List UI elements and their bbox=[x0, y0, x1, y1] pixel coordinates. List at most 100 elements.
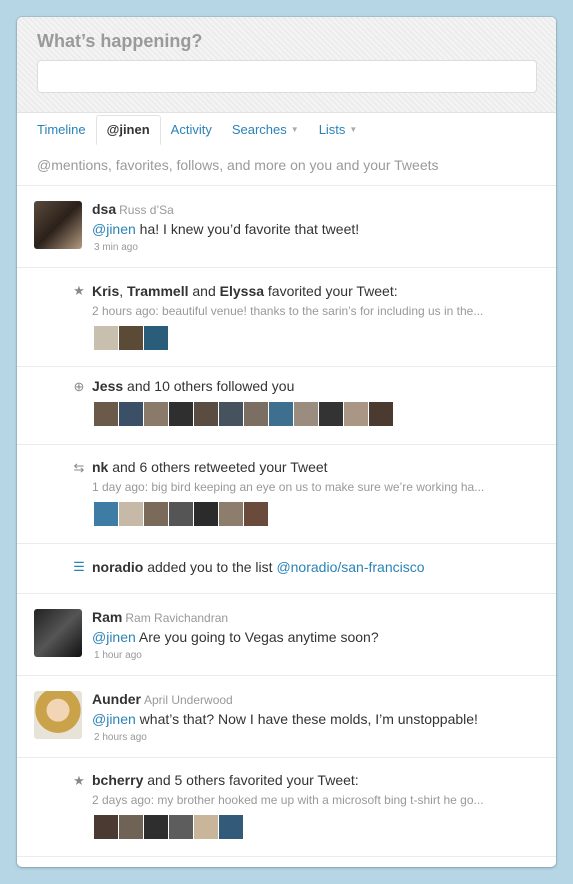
activity-text: Jess and 10 others followed you bbox=[92, 378, 294, 394]
user-thumbnail[interactable] bbox=[169, 815, 193, 839]
tab-mentions[interactable]: @jinen bbox=[95, 115, 161, 145]
username[interactable]: bcherry bbox=[92, 772, 143, 788]
username[interactable]: noradio bbox=[92, 559, 143, 575]
user-thumbnail[interactable] bbox=[319, 402, 343, 426]
username[interactable]: Trammell bbox=[127, 283, 188, 299]
tweet-header: dsa Russ d’Sa bbox=[92, 201, 174, 217]
tweet-preview[interactable]: 1 day ago: big bird keeping an eye on us… bbox=[92, 480, 484, 494]
tweet-body: ha! I knew you’d favorite that tweet! bbox=[135, 221, 360, 237]
user-thumbnail[interactable] bbox=[119, 502, 143, 526]
activity-text: nk and 6 others retweeted your Tweet bbox=[92, 459, 328, 475]
username[interactable]: nk bbox=[92, 459, 108, 475]
tweet-header: Ram Ram Ravichandran bbox=[92, 609, 228, 625]
username[interactable]: Aunder bbox=[92, 691, 141, 707]
user-thumbnail[interactable] bbox=[194, 502, 218, 526]
username[interactable]: Elyssa bbox=[220, 283, 264, 299]
user-thumbnail[interactable] bbox=[169, 502, 193, 526]
user-thumbnail[interactable] bbox=[144, 402, 168, 426]
list-link[interactable]: @noradio/san-francisco bbox=[276, 559, 424, 575]
user-thumbnail[interactable] bbox=[94, 326, 118, 350]
user-thumbnail[interactable] bbox=[119, 326, 143, 350]
tab-label: @jinen bbox=[106, 122, 150, 137]
mentions-panel: What’s happening? Timeline @jinen Activi… bbox=[17, 17, 556, 867]
favorite-activity[interactable]: ★ Kris, Trammell and Elyssa favorited yo… bbox=[17, 267, 556, 366]
full-name: Russ d’Sa bbox=[119, 203, 174, 217]
user-thumbnail[interactable] bbox=[119, 815, 143, 839]
tab-label: Searches bbox=[231, 122, 287, 137]
tweet-preview[interactable]: 2 hours ago: beautiful venue! thanks to … bbox=[92, 304, 483, 318]
tab-label: Lists bbox=[318, 122, 346, 137]
tab-bar: Timeline @jinen Activity Searches ▼ Lists… bbox=[27, 112, 368, 145]
tweet-item[interactable]: dsa Russ d’Sa @jinen ha! I knew you’d fav… bbox=[17, 185, 556, 267]
avatar[interactable] bbox=[34, 691, 82, 739]
mention-link[interactable]: @jinen bbox=[92, 711, 136, 727]
favorite-activity[interactable]: ★ bcherry and 5 others favorited your Tw… bbox=[17, 757, 556, 857]
user-thumbnail[interactable] bbox=[94, 815, 118, 839]
compose-title: What’s happening? bbox=[37, 31, 203, 51]
avatar[interactable] bbox=[34, 201, 82, 249]
user-thumbnail[interactable] bbox=[269, 402, 293, 426]
tweet-header: Aunder April Underwood bbox=[92, 691, 233, 707]
user-thumbnail[interactable] bbox=[294, 402, 318, 426]
chevron-down-icon: ▼ bbox=[349, 125, 358, 134]
username[interactable]: Kris bbox=[92, 283, 119, 299]
activity-tail: and 10 others followed you bbox=[123, 378, 295, 394]
user-thumbnail[interactable] bbox=[219, 502, 243, 526]
user-thumbnail[interactable] bbox=[194, 815, 218, 839]
user-thumbnail[interactable] bbox=[144, 326, 168, 350]
tweet-text: @jinen what’s that? Now I have these mol… bbox=[92, 711, 478, 727]
star-icon: ★ bbox=[73, 283, 85, 298]
timestamp[interactable]: 3 min ago bbox=[94, 242, 138, 253]
star-icon: ★ bbox=[73, 773, 85, 788]
user-thumbnail[interactable] bbox=[144, 815, 168, 839]
user-thumbnail[interactable] bbox=[369, 402, 393, 426]
avatar[interactable] bbox=[34, 609, 82, 657]
timestamp[interactable]: 2 hours ago bbox=[94, 732, 147, 743]
user-thumbnail[interactable] bbox=[244, 402, 268, 426]
tweet-item[interactable]: Aunder April Underwood @jinen what’s that… bbox=[17, 675, 556, 757]
text-sep: and bbox=[188, 283, 220, 299]
follow-plus-icon: ⊕ bbox=[73, 379, 85, 394]
retweet-activity[interactable]: ⇆ nk and 6 others retweeted your Tweet 1… bbox=[17, 444, 556, 543]
timestamp[interactable]: 1 hour ago bbox=[94, 650, 142, 661]
username[interactable]: Ram bbox=[92, 609, 122, 625]
tab-timeline[interactable]: Timeline bbox=[27, 116, 96, 144]
tweet-item[interactable]: Ram Ram Ravichandran @jinen Are you going… bbox=[17, 593, 556, 675]
user-thumbnail[interactable] bbox=[144, 502, 168, 526]
mention-link[interactable]: @jinen bbox=[92, 629, 136, 645]
tab-label: Activity bbox=[170, 122, 212, 137]
activity-tail: and 6 others retweeted your Tweet bbox=[108, 459, 328, 475]
user-thumbnail[interactable] bbox=[244, 502, 268, 526]
activity-text: bcherry and 5 others favorited your Twee… bbox=[92, 772, 359, 788]
user-thumbnail[interactable] bbox=[194, 402, 218, 426]
user-thumbnail[interactable] bbox=[169, 402, 193, 426]
list-activity[interactable]: ☰ noradio added you to the list @noradio… bbox=[17, 543, 556, 593]
user-thumbnail[interactable] bbox=[219, 402, 243, 426]
full-name: Ram Ravichandran bbox=[125, 611, 229, 625]
tab-searches[interactable]: Searches ▼ bbox=[222, 116, 309, 144]
tab-activity[interactable]: Activity bbox=[161, 116, 222, 144]
text-sep: , bbox=[119, 283, 128, 299]
tweet-text: @jinen Are you going to Vegas anytime so… bbox=[92, 629, 379, 645]
chevron-down-icon: ▼ bbox=[290, 125, 299, 134]
activity-tail: favorited your Tweet: bbox=[264, 283, 398, 299]
user-thumbnails bbox=[94, 502, 268, 526]
tweet-input[interactable] bbox=[37, 60, 537, 93]
user-thumbnail[interactable] bbox=[219, 815, 243, 839]
follow-activity[interactable]: ⊕ Jess and 10 others followed you bbox=[17, 366, 556, 444]
user-thumbnail[interactable] bbox=[344, 402, 368, 426]
user-thumbnail[interactable] bbox=[94, 402, 118, 426]
list-icon: ☰ bbox=[73, 559, 85, 574]
tab-label: Timeline bbox=[37, 122, 86, 137]
username[interactable]: Jess bbox=[92, 378, 123, 394]
tab-lists[interactable]: Lists ▼ bbox=[309, 116, 368, 144]
activity-feed: dsa Russ d’Sa @jinen ha! I knew you’d fav… bbox=[17, 185, 556, 857]
user-thumbnail[interactable] bbox=[119, 402, 143, 426]
mention-link[interactable]: @jinen bbox=[92, 221, 136, 237]
user-thumbnails bbox=[94, 326, 168, 350]
activity-tail: added you to the list bbox=[143, 559, 277, 575]
user-thumbnail[interactable] bbox=[94, 502, 118, 526]
tweet-preview[interactable]: 2 days ago: my brother hooked me up with… bbox=[92, 793, 484, 807]
username[interactable]: dsa bbox=[92, 201, 116, 217]
full-name: April Underwood bbox=[144, 693, 233, 707]
